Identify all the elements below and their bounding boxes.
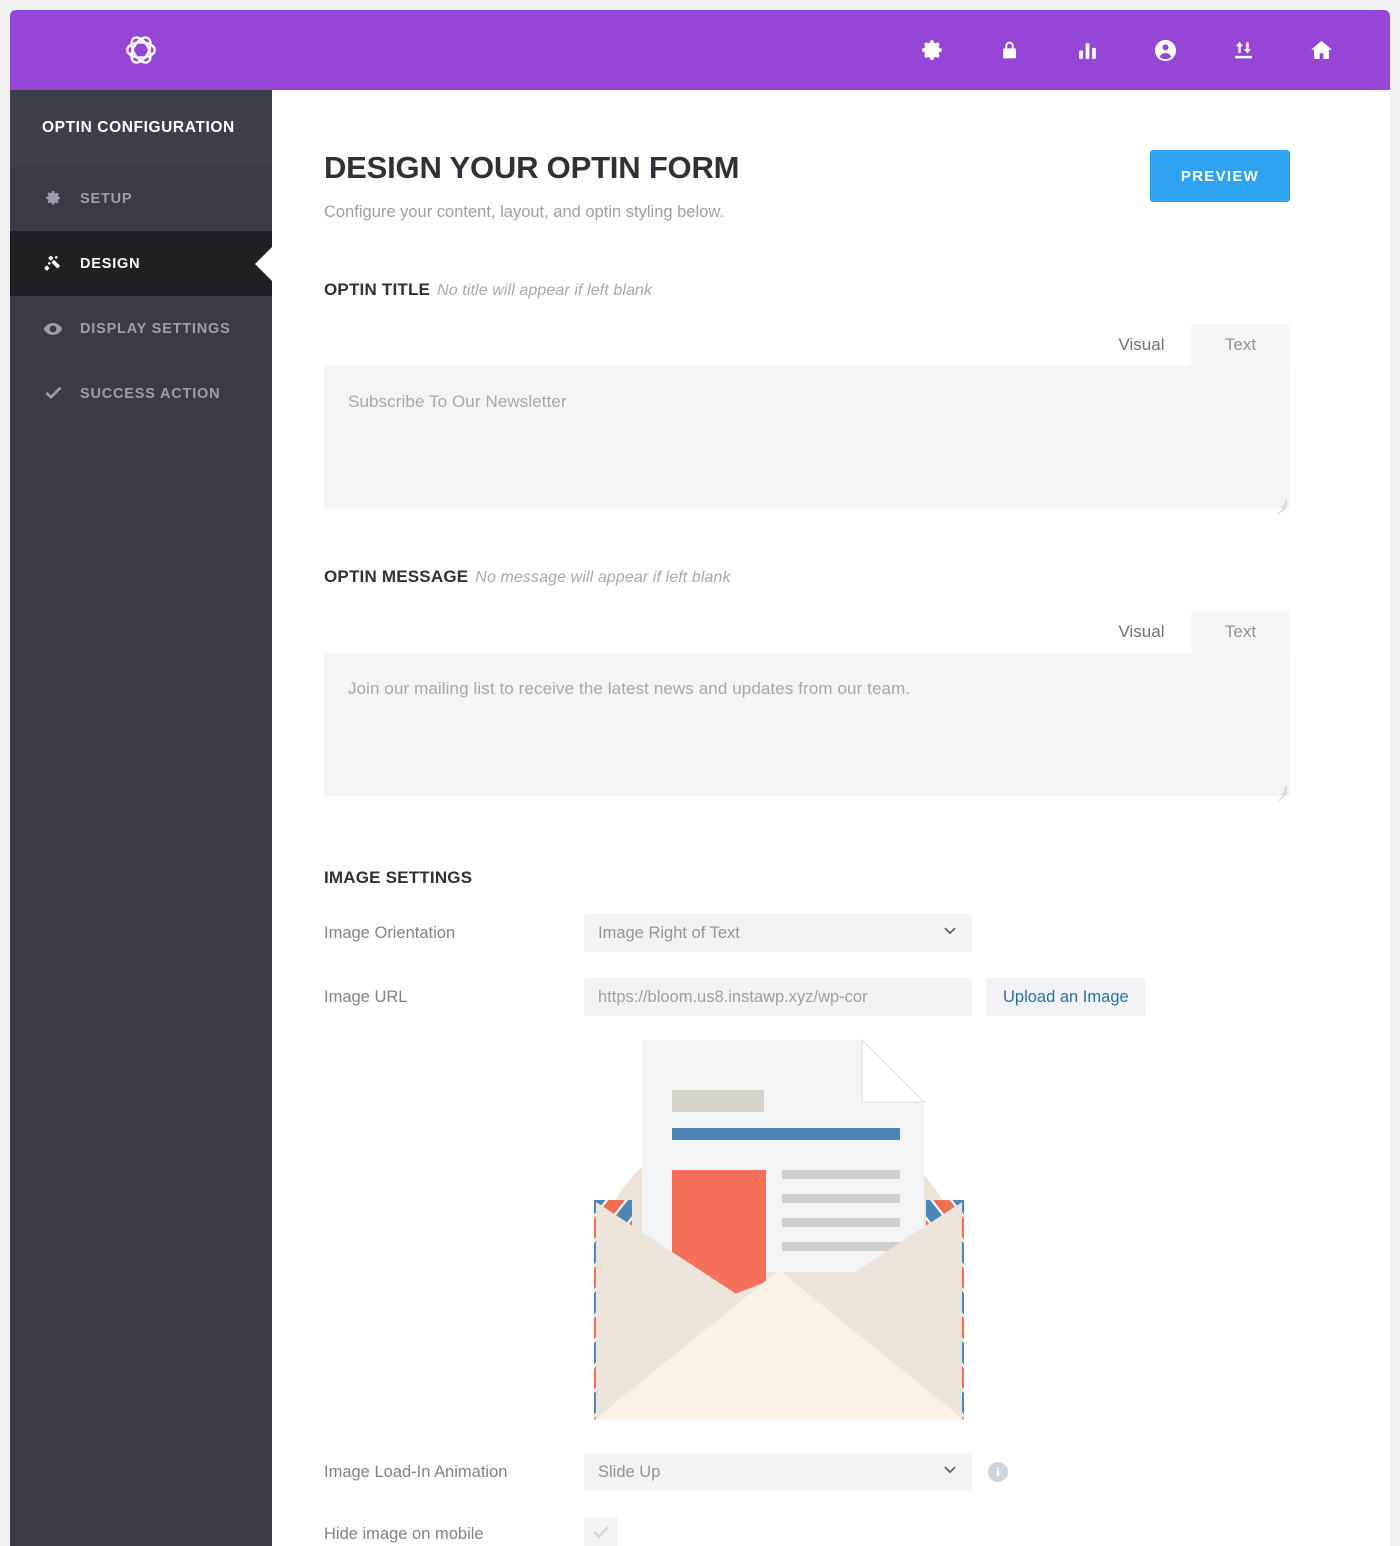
bloom-flower-logo-icon — [119, 28, 163, 72]
nav-home-button[interactable] — [1282, 10, 1360, 90]
bar-chart-icon — [1075, 38, 1100, 63]
optin-title-editor: Visual Text Subscribe To Our Newsletter — [324, 324, 1290, 515]
bloom-admin-app: OPTIN CONFIGURATION SETUP DESIGN DISPLAY… — [10, 10, 1390, 1546]
optin-message-hint: No message will appear if left blank — [475, 569, 731, 586]
image-orientation-label: Image Orientation — [324, 923, 456, 942]
image-preview — [584, 1022, 974, 1427]
optin-message-block: OPTIN MESSAGE No message will appear if l… — [324, 567, 1290, 802]
sidebar-title: OPTIN CONFIGURATION — [10, 90, 272, 166]
hide-image-mobile-checkbox[interactable] — [584, 1517, 618, 1546]
nav-statistics-button[interactable] — [1048, 10, 1126, 90]
nav-optins-button[interactable] — [1126, 10, 1204, 90]
sidebar-item-design[interactable]: DESIGN — [10, 231, 272, 296]
wand-sparkle-icon — [42, 253, 80, 275]
eye-icon — [42, 318, 80, 340]
optin-title-label-row: OPTIN TITLE No title will appear if left … — [324, 280, 1290, 300]
image-orientation-row: Image Orientation Image Right of Text — [324, 914, 1290, 952]
gear-icon — [918, 37, 945, 64]
import-export-icon — [1231, 38, 1256, 63]
tab-visual[interactable]: Visual — [1092, 611, 1191, 653]
image-animation-label: Image Load-In Animation — [324, 1462, 508, 1481]
optin-title-editor-tabs: Visual Text — [324, 324, 1290, 366]
sidebar-item-label: SETUP — [80, 190, 133, 207]
chevron-down-icon — [942, 1462, 958, 1483]
image-orientation-value: Image Right of Text — [598, 923, 740, 942]
resize-handle[interactable] — [1275, 494, 1288, 515]
lock-icon — [997, 38, 1022, 63]
image-orientation-select[interactable]: Image Right of Text — [584, 914, 972, 952]
optin-message-input[interactable]: Join our mailing list to receive the lat… — [324, 653, 1290, 802]
optin-message-label-row: OPTIN MESSAGE No message will appear if l… — [324, 567, 1290, 587]
sidebar-item-label: DISPLAY SETTINGS — [80, 320, 231, 337]
hide-image-mobile-label: Hide image on mobile — [324, 1524, 484, 1543]
optin-title-hint: No title will appear if left blank — [437, 282, 653, 299]
optin-message-label: OPTIN MESSAGE — [324, 567, 469, 586]
main-content: DESIGN YOUR OPTIN FORM Configure your co… — [272, 90, 1390, 1546]
page-title: DESIGN YOUR OPTIN FORM — [324, 150, 740, 185]
upload-image-button[interactable]: Upload an Image — [986, 978, 1146, 1016]
nav-import-export-button[interactable] — [1204, 10, 1282, 90]
hide-image-mobile-row: Hide image on mobile — [324, 1517, 1290, 1546]
sidebar-item-display-settings[interactable]: DISPLAY SETTINGS — [10, 296, 272, 361]
optin-title-block: OPTIN TITLE No title will appear if left … — [324, 280, 1290, 515]
image-url-label: Image URL — [324, 987, 408, 1006]
sidebar-item-setup[interactable]: SETUP — [10, 166, 272, 231]
open-envelope-newsletter-image-icon — [584, 1022, 974, 1427]
gear-icon — [42, 188, 80, 209]
info-icon[interactable]: i — [988, 1462, 1008, 1482]
optin-title-value: Subscribe To Our Newsletter — [348, 392, 567, 411]
home-icon — [1308, 37, 1335, 64]
sidebar-spacer — [10, 426, 272, 1546]
image-url-input[interactable]: https://bloom.us8.instawp.xyz/wp-cor — [584, 978, 972, 1016]
optin-message-editor-tabs: Visual Text — [324, 611, 1290, 653]
tab-text[interactable]: Text — [1191, 611, 1290, 653]
tab-text[interactable]: Text — [1191, 324, 1290, 366]
top-bar — [10, 10, 1390, 90]
top-nav — [272, 10, 1390, 90]
image-url-row: Image URL https://bloom.us8.instawp.xyz/… — [324, 978, 1290, 1016]
check-icon — [42, 382, 80, 405]
image-animation-value: Slide Up — [598, 1462, 661, 1481]
image-settings-heading: IMAGE SETTINGS — [324, 868, 473, 887]
tab-visual[interactable]: Visual — [1092, 324, 1191, 366]
preview-button[interactable]: PREVIEW — [1150, 150, 1290, 202]
image-animation-select[interactable]: Slide Up — [584, 1453, 972, 1491]
image-animation-row: Image Load-In Animation Slide Up i — [324, 1453, 1290, 1491]
nav-settings-button[interactable] — [892, 10, 970, 90]
optin-message-editor: Visual Text Join our mailing list to rec… — [324, 611, 1290, 802]
nav-accounts-button[interactable] — [970, 10, 1048, 90]
chevron-down-icon — [942, 923, 958, 944]
page-header: DESIGN YOUR OPTIN FORM Configure your co… — [324, 150, 1290, 222]
sidebar-item-label: DESIGN — [80, 255, 141, 272]
resize-handle[interactable] — [1275, 781, 1288, 802]
check-icon — [591, 1522, 611, 1546]
page-subtitle: Configure your content, layout, and opti… — [324, 203, 724, 221]
sidebar: OPTIN CONFIGURATION SETUP DESIGN DISPLAY… — [10, 90, 272, 1546]
optin-message-value: Join our mailing list to receive the lat… — [348, 679, 911, 698]
optin-title-input[interactable]: Subscribe To Our Newsletter — [324, 366, 1290, 515]
sidebar-item-label: SUCCESS ACTION — [80, 385, 221, 402]
user-circle-icon — [1152, 37, 1179, 64]
brand-logo[interactable] — [10, 10, 272, 90]
optin-title-label: OPTIN TITLE — [324, 280, 431, 299]
app-body: OPTIN CONFIGURATION SETUP DESIGN DISPLAY… — [10, 90, 1390, 1546]
sidebar-item-success-action[interactable]: SUCCESS ACTION — [10, 361, 272, 426]
page-header-text: DESIGN YOUR OPTIN FORM Configure your co… — [324, 150, 739, 222]
